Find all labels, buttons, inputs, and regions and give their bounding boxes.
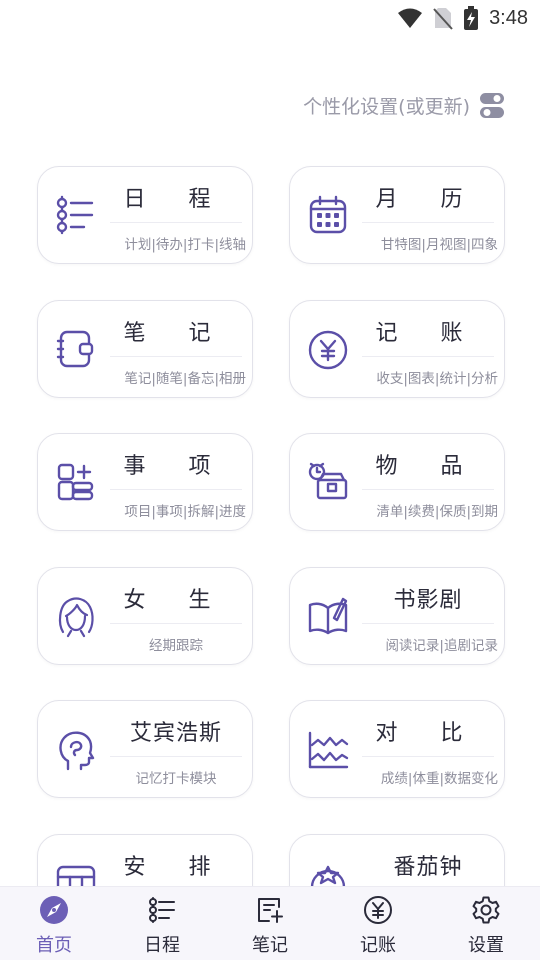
woman-face-icon — [58, 597, 94, 638]
card-subtitle: 记忆打卡模块 — [135, 771, 217, 787]
yuan-coin-icon — [364, 896, 392, 924]
timeline-list-icon — [149, 897, 175, 923]
card-title: 事 项 — [123, 454, 229, 479]
card-divider — [110, 356, 242, 357]
nav-label: 记账 — [360, 935, 396, 956]
card-subtitle: 阅读记录|追剧记录 — [385, 638, 498, 654]
card-divider — [362, 222, 494, 223]
card-tasks[interactable]: 事 项 项目|事项|拆解|进度 — [37, 433, 253, 531]
card-items[interactable]: 物 品 清单|续费|保质|到期 — [289, 433, 505, 531]
box-alarm-icon — [308, 462, 348, 500]
compass-icon — [40, 896, 68, 924]
nav-label: 设置 — [468, 935, 504, 956]
edit-note-icon — [258, 898, 283, 923]
yuan-coin-icon — [308, 330, 348, 370]
head-brain-icon — [59, 731, 95, 771]
nav-label: 笔记 — [252, 935, 288, 956]
card-divider — [362, 356, 494, 357]
card-schedule[interactable]: 日 程 计划|待办|打卡|线轴 — [37, 166, 253, 264]
card-title: 书影剧 — [393, 588, 463, 613]
open-book-icon — [308, 597, 348, 635]
bottom-navigation: 首页 日程 笔记 记账 设置 — [0, 886, 540, 960]
nav-label: 日程 — [144, 935, 180, 956]
card-calendar[interactable]: 月 历 甘特图|月视图|四象 — [289, 166, 505, 264]
card-title: 物 品 — [375, 454, 481, 479]
card-notes[interactable]: 笔 记 笔记|随笔|备忘|相册 — [37, 300, 253, 398]
card-divider — [110, 756, 242, 757]
card-subtitle: 计划|待办|打卡|线轴 — [124, 237, 246, 253]
card-subtitle: 清单|续费|保质|到期 — [376, 504, 498, 520]
timeline-list-icon — [56, 195, 94, 235]
nav-schedule[interactable]: 日程 — [108, 887, 216, 960]
card-title: 记 账 — [375, 321, 481, 346]
calendar-icon — [309, 195, 347, 234]
notebook-icon — [56, 330, 94, 368]
card-subtitle: 项目|事项|拆解|进度 — [124, 504, 246, 520]
card-divider — [110, 489, 242, 490]
nav-home[interactable]: 首页 — [0, 887, 108, 960]
card-divider — [362, 756, 494, 757]
wave-chart-icon — [308, 731, 349, 769]
nav-accounting[interactable]: 记账 — [324, 887, 432, 960]
card-title: 艾宾浩斯 — [129, 721, 222, 746]
card-divider — [362, 489, 494, 490]
gear-icon — [472, 896, 500, 924]
card-subtitle: 收支|图表|统计|分析 — [376, 371, 498, 387]
nav-notes[interactable]: 笔记 — [216, 887, 324, 960]
card-subtitle: 成绩|体重|数据变化 — [380, 771, 498, 787]
card-subtitle: 甘特图|月视图|四象 — [380, 237, 498, 253]
card-title: 对 比 — [375, 721, 481, 746]
card-ebbinghaus[interactable]: 艾宾浩斯 记忆打卡模块 — [37, 700, 253, 798]
card-women[interactable]: 女 生 经期跟踪 — [37, 567, 253, 665]
card-accounting[interactable]: 记 账 收支|图表|统计|分析 — [289, 300, 505, 398]
card-compare[interactable]: 对 比 成绩|体重|数据变化 — [289, 700, 505, 798]
card-title: 日 程 — [123, 187, 229, 212]
card-title: 安 排 — [123, 855, 229, 880]
card-title: 番茄钟 — [393, 855, 463, 880]
card-divider — [110, 623, 242, 624]
card-title: 月 历 — [375, 187, 481, 212]
card-title: 笔 记 — [123, 321, 229, 346]
card-subtitle: 笔记|随笔|备忘|相册 — [124, 371, 246, 387]
card-divider — [110, 222, 242, 223]
card-books-films[interactable]: 书影剧 阅读记录|追剧记录 — [289, 567, 505, 665]
task-blocks-icon — [57, 463, 94, 501]
module-grid: 日 程 计划|待办|打卡|线轴 月 历 甘特图|月视图|四象 笔 记 笔记|随笔… — [0, 0, 540, 960]
card-subtitle: 经期跟踪 — [149, 638, 203, 654]
card-title: 女 生 — [123, 588, 229, 613]
card-divider — [362, 623, 494, 624]
nav-label: 首页 — [36, 935, 72, 956]
nav-settings[interactable]: 设置 — [432, 887, 540, 960]
